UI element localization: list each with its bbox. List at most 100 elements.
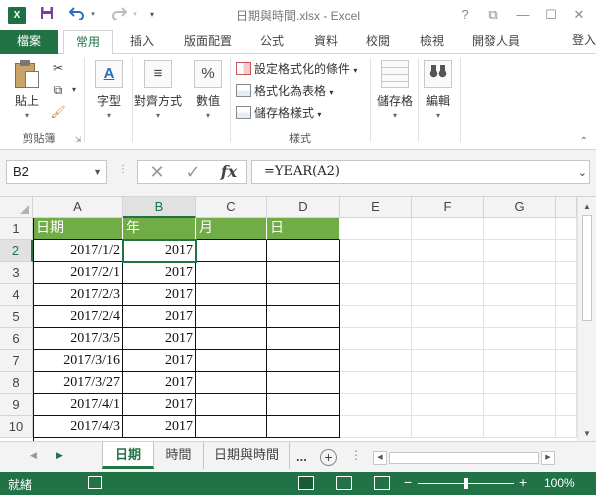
editing-button[interactable]: 編輯 ▾ — [420, 60, 456, 121]
column-header-g[interactable]: G — [484, 197, 556, 218]
enter-icon[interactable]: ✓ — [178, 161, 208, 183]
row-header[interactable]: 8 — [0, 372, 33, 394]
cell[interactable]: 2017 — [123, 350, 196, 372]
cell[interactable] — [412, 240, 484, 262]
row-header[interactable]: 9 — [0, 394, 33, 416]
row-header[interactable]: 2 — [0, 240, 33, 262]
cell[interactable] — [340, 416, 412, 438]
cell[interactable] — [267, 284, 340, 306]
cell[interactable]: 2017/2/3 — [33, 284, 123, 306]
formula-bar-grip[interactable]: ⋮ — [118, 164, 128, 175]
page-break-view-icon[interactable] — [374, 476, 390, 490]
cell[interactable] — [556, 240, 577, 262]
cell[interactable]: 2017/3/27 — [33, 372, 123, 394]
cell[interactable] — [267, 394, 340, 416]
row-header[interactable]: 5 — [0, 306, 33, 328]
scroll-thumb[interactable] — [582, 215, 592, 321]
cell[interactable] — [556, 328, 577, 350]
cell-styles-button[interactable]: 儲存格樣式 ▾ — [236, 104, 321, 122]
sheet-tab-date[interactable]: 日期 — [102, 442, 154, 469]
scroll-right-icon[interactable]: ▶ — [541, 451, 555, 465]
alignment-button[interactable]: ≡ 對齊方式 ▾ — [134, 60, 182, 121]
row-header[interactable]: 10 — [0, 416, 33, 438]
cell[interactable]: 2017/2/4 — [33, 306, 123, 328]
cell[interactable] — [196, 284, 267, 306]
column-header-d[interactable]: D — [267, 197, 340, 218]
copy-icon[interactable]: ⧉ — [50, 82, 66, 98]
minimize-button[interactable]: — — [510, 5, 536, 25]
column-header-h[interactable] — [556, 197, 577, 218]
cell[interactable] — [267, 372, 340, 394]
cell[interactable] — [267, 416, 340, 438]
name-box[interactable]: B2 ▼ — [6, 160, 107, 184]
close-button[interactable]: ✕ — [566, 5, 592, 25]
cell[interactable] — [556, 218, 577, 240]
column-header-f[interactable]: F — [412, 197, 484, 218]
prev-sheet-icon[interactable]: ◀ — [30, 450, 37, 461]
collapse-ribbon-icon[interactable]: ⌃ — [580, 136, 588, 147]
cell[interactable]: 2017/2/1 — [33, 262, 123, 284]
cell[interactable] — [340, 372, 412, 394]
cell[interactable] — [412, 416, 484, 438]
cell[interactable] — [412, 394, 484, 416]
macro-record-icon[interactable] — [88, 476, 102, 489]
cell[interactable] — [340, 328, 412, 350]
cell[interactable]: 2017 — [123, 262, 196, 284]
sheet-tab-time[interactable]: 時間 — [154, 442, 204, 469]
cell[interactable]: 2017 — [123, 372, 196, 394]
font-button[interactable]: A 字型 ▾ — [90, 60, 128, 121]
cell[interactable] — [412, 372, 484, 394]
scroll-up-icon[interactable]: ▲ — [578, 199, 596, 215]
cell[interactable] — [484, 416, 556, 438]
table-header-cell[interactable]: 日期 — [33, 218, 123, 240]
cell[interactable] — [196, 350, 267, 372]
cell[interactable] — [556, 306, 577, 328]
cells-button[interactable]: 儲存格 ▾ — [374, 60, 416, 121]
cell[interactable] — [267, 350, 340, 372]
tab-formulas[interactable]: 公式 — [250, 30, 294, 54]
zoom-level[interactable]: 100% — [544, 476, 575, 490]
tab-file[interactable]: 檔案 — [0, 30, 58, 54]
paste-button[interactable]: 貼上 ▾ — [8, 60, 46, 121]
maximize-button[interactable]: ☐ — [538, 5, 564, 25]
expand-formula-icon[interactable]: ⌄ — [578, 162, 587, 184]
tab-view[interactable]: 檢視 — [410, 30, 454, 54]
cell[interactable] — [340, 350, 412, 372]
cell[interactable]: 2017/3/5 — [33, 328, 123, 350]
tab-home[interactable]: 常用 — [63, 30, 113, 55]
page-layout-view-icon[interactable] — [336, 476, 352, 490]
tab-insert[interactable]: 插入 — [120, 30, 164, 54]
cell[interactable] — [340, 284, 412, 306]
cell[interactable] — [340, 394, 412, 416]
cell[interactable]: 2017/4/1 — [33, 394, 123, 416]
row-header[interactable]: 3 — [0, 262, 33, 284]
cell[interactable] — [267, 328, 340, 350]
tab-developer[interactable]: 開發人員 — [464, 30, 528, 54]
cell[interactable] — [556, 416, 577, 438]
cell[interactable] — [196, 328, 267, 350]
table-header-cell[interactable]: 年 — [123, 218, 196, 240]
sheet-tab-date-time[interactable]: 日期與時間 — [204, 442, 290, 469]
cell[interactable] — [412, 284, 484, 306]
cell[interactable]: 2017/4/3 — [33, 416, 123, 438]
cell[interactable] — [340, 306, 412, 328]
column-header-e[interactable]: E — [340, 197, 412, 218]
cell[interactable] — [556, 372, 577, 394]
number-button[interactable]: % 數值 ▾ — [190, 60, 226, 121]
cell[interactable] — [340, 262, 412, 284]
zoom-slider-thumb[interactable] — [464, 478, 468, 489]
cell[interactable] — [267, 262, 340, 284]
cell[interactable] — [484, 262, 556, 284]
row-header[interactable]: 7 — [0, 350, 33, 372]
formula-input[interactable]: =YEAR(A2) ⌄ — [251, 160, 590, 184]
cell[interactable]: 2017 — [123, 240, 196, 262]
cell[interactable] — [484, 350, 556, 372]
cell[interactable]: 2017 — [123, 306, 196, 328]
format-painter-icon[interactable]: 🖌 — [50, 104, 66, 120]
cell[interactable] — [340, 218, 412, 240]
cell[interactable] — [267, 306, 340, 328]
vertical-scrollbar[interactable]: ▲ ▼ — [577, 197, 596, 442]
cell[interactable]: 2017 — [123, 416, 196, 438]
normal-view-icon[interactable] — [298, 476, 314, 490]
zoom-in-button[interactable]: + — [519, 474, 527, 490]
